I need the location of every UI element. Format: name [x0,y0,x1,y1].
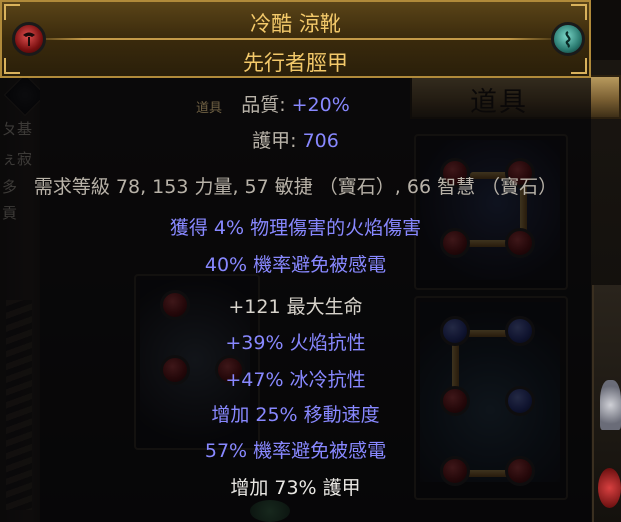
armour-line: 護甲: 706 [0,130,591,152]
explicit-mod: 57% 機率避免被感電 [204,440,387,462]
red-orb-icon[interactable] [598,468,621,508]
explicit-mod: +39% 火焰抗性 [225,332,366,354]
explicit-mod: 增加 73% 護甲 [230,477,361,499]
quality-line: 品質: +20% [0,94,591,116]
implicit-mod: 40% 機率避免被感電 [204,254,387,276]
explicit-mod: +47% 冰冷抗性 [225,369,366,391]
item-tooltip: 冷酷 涼靴 先行者脛甲 道具 品質: +20% 護甲: 706 需求等級 78,… [0,0,591,522]
item-base-type: 先行者脛甲 [243,51,348,75]
quality-label: 品質: [241,94,292,116]
item-name: 冷酷 涼靴 [250,12,341,36]
requirements-line: 需求等級 78, 153 力量, 57 敏捷 （寶石）, 66 智慧 （寶石） [33,176,558,198]
hunter-influence-icon [551,22,585,56]
quality-value: +20% [291,94,350,116]
warlord-influence-icon [12,22,46,56]
armour-value: 706 [302,130,339,152]
armour-label: 護甲: [252,130,303,152]
header-separator [30,38,561,40]
flask-icon[interactable] [600,380,621,430]
tooltip-header: 冷酷 涼靴 先行者脛甲 [0,0,591,78]
explicit-mod: 增加 25% 移動速度 [211,404,380,426]
explicit-mod: +121 最大生命 [228,296,363,318]
implicit-mod: 獲得 4% 物理傷害的火焰傷害 [169,217,422,239]
